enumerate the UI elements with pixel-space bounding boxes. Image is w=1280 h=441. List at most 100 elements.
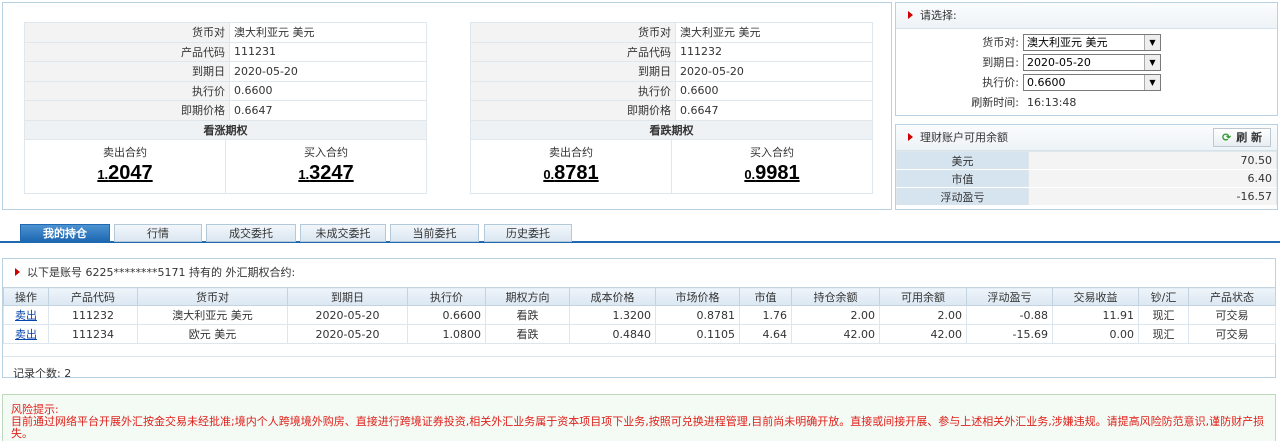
table-cell: 4.64 [739,324,792,344]
table-row: 卖出 111232 澳大利亚元 美元 2020-05-20 0.6600 看跌 1.3200… [3,305,1276,325]
refresh-icon: ⟳ [1221,131,1232,144]
select-panel-header: 请选择: [896,3,1277,29]
holdings-panel: 以下是账号 6225********5171 持有的 外汇期权合约: 操作 产品代… [2,258,1276,380]
table-cell: 1.76 [739,305,792,325]
table-cell: 0.6600 [407,305,486,325]
table-cell: 欧元 美元 [137,324,288,344]
call-buy-price[interactable]: 1.3247 [226,162,426,185]
column-header: 可用余额 [879,287,967,306]
call-info-table: 货币对 澳大利亚元 美元 产品代码 111231 到期日 2020-05-20 执行价… [24,22,427,140]
table-cell: 2.00 [791,305,880,325]
balance-usd-value: 70.50 [1028,151,1277,170]
refresh-time-value: 16:13:48 [1027,95,1077,109]
column-header: 产品状态 [1188,287,1276,306]
sell-link[interactable]: 卖出 [3,324,49,344]
call-strike-value: 0.6600 [229,80,427,101]
table-cell: 可交易 [1188,305,1276,325]
table-cell: 2020-05-20 [287,324,408,344]
record-count-label: 记录个数: [13,367,65,380]
call-expiry-value: 2020-05-20 [229,61,427,82]
sell-link[interactable]: 卖出 [3,305,49,325]
table-cell: 2020-05-20 [287,305,408,325]
tab-current-orders[interactable]: 当前委托 [390,224,479,242]
column-header: 交易收益 [1052,287,1139,306]
column-header: 货币对 [137,287,288,306]
chevron-down-icon[interactable]: ▼ [1144,34,1160,50]
risk-text: 目前通过网络平台开展外汇按金交易未经批准;境内个人跨境境外购房、直接进行跨境证券… [11,415,1265,440]
table-cell: 1.3200 [569,305,656,325]
table-cell: -15.69 [966,324,1053,344]
currency-select[interactable]: 澳大利亚元 美元 ▼ [1023,33,1161,51]
put-expiry-value: 2020-05-20 [675,61,873,82]
call-expiry-label: 到期日 [24,61,230,82]
balance-panel: 理财账户可用余额 ⟳ 刷 新 美元 70.50 市值 6.40 浮动盈亏 -16.57 [895,124,1278,210]
call-spot-value: 0.6647 [229,100,427,121]
balance-panel-title: 理财账户可用余额 [920,131,1008,144]
refresh-button[interactable]: ⟳ 刷 新 [1213,128,1271,147]
put-buy-price[interactable]: 0.9981 [672,162,872,185]
call-code-value: 111231 [229,41,427,62]
holdings-table: 操作 产品代码 货币对 到期日 执行价 期权方向 成本价格 市场价格 市值 持仓余额 可用余额 浮动盈… [3,287,1276,344]
tab-market[interactable]: 行情 [114,224,202,242]
expiry-select[interactable]: 2020-05-20 ▼ [1023,53,1161,71]
column-header: 浮动盈亏 [966,287,1053,306]
chevron-down-icon[interactable]: ▼ [1144,54,1160,70]
table-cell: 可交易 [1188,324,1276,344]
column-header: 执行价 [407,287,486,306]
put-sell-label: 卖出合约 [549,146,593,159]
put-sell-quote[interactable]: 卖出合约 0.8781 [471,140,671,193]
expiry-select-label: 到期日: [982,56,1019,69]
table-cell: 0.4840 [569,324,656,344]
balance-usd-label: 美元 [896,151,1029,170]
tab-filled-orders[interactable]: 成交委托 [206,224,296,242]
balance-pnl-label: 浮动盈亏 [896,187,1029,206]
chevron-down-icon[interactable]: ▼ [1144,74,1160,90]
refresh-time-label: 刷新时间: [971,96,1019,109]
strike-select-label: 执行价: [982,76,1019,89]
call-sell-label: 卖出合约 [103,146,147,159]
balance-pnl-value: -16.57 [1028,187,1277,206]
put-title: 看跌期权 [470,119,873,140]
call-sell-price[interactable]: 1.2047 [25,162,225,185]
table-cell: 澳大利亚元 美元 [137,305,288,325]
strike-select[interactable]: 0.6600 ▼ [1023,73,1161,91]
put-spot-value: 0.6647 [675,100,873,121]
holdings-caption-row: 以下是账号 6225********5171 持有的 外汇期权合约: [3,259,1275,287]
call-sell-quote[interactable]: 卖出合约 1.2047 [25,140,225,193]
table-cell: -0.88 [966,305,1053,325]
table-cell: 111234 [48,324,138,344]
call-buy-quote[interactable]: 买入合约 1.3247 [225,140,426,193]
call-strike-label: 执行价 [24,80,230,101]
call-currency-label: 货币对 [24,22,230,43]
put-sell-price[interactable]: 0.8781 [471,162,671,185]
table-cell: 2.00 [879,305,967,325]
put-buy-quote[interactable]: 买入合约 0.9981 [671,140,872,193]
call-option-panel: 货币对 澳大利亚元 美元 产品代码 111231 到期日 2020-05-20 执行价… [24,22,427,194]
put-expiry-label: 到期日 [470,61,676,82]
holdings-caption: 以下是账号 6225********5171 持有的 外汇期权合约: [27,266,296,279]
tab-unfilled-orders[interactable]: 未成交委托 [300,224,386,242]
table-cell: 1.0800 [407,324,486,344]
currency-select-label: 货币对: [982,36,1019,49]
tab-my-holdings[interactable]: 我的持仓 [20,224,110,242]
table-cell: 111232 [48,305,138,325]
table-cell: 11.91 [1052,305,1139,325]
table-cell: 0.8781 [655,305,740,325]
bullet-arrow-icon [908,133,913,141]
put-info-table: 货币对 澳大利亚元 美元 产品代码 111232 到期日 2020-05-20 执行价… [470,22,873,140]
table-cell: 42.00 [879,324,967,344]
tab-history-orders[interactable]: 历史委托 [484,224,572,242]
balance-table: 美元 70.50 市值 6.40 浮动盈亏 -16.57 [896,151,1277,206]
record-count: 记录个数: 2 [3,357,1275,389]
select-panel: 请选择: 货币对: 澳大利亚元 美元 ▼ 到期日: 2020-05-20 ▼ 执行价… [895,2,1278,116]
put-currency-value: 澳大利亚元 美元 [675,22,873,43]
column-header: 到期日 [287,287,408,306]
put-currency-label: 货币对 [470,22,676,43]
column-header: 期权方向 [485,287,570,306]
table-cell: 看跌 [485,305,570,325]
table-cell: 现汇 [1138,324,1189,344]
column-header: 持仓余额 [791,287,880,306]
select-panel-title: 请选择: [920,9,957,22]
bullet-arrow-icon [15,268,20,276]
record-count-value: 2 [64,367,72,380]
